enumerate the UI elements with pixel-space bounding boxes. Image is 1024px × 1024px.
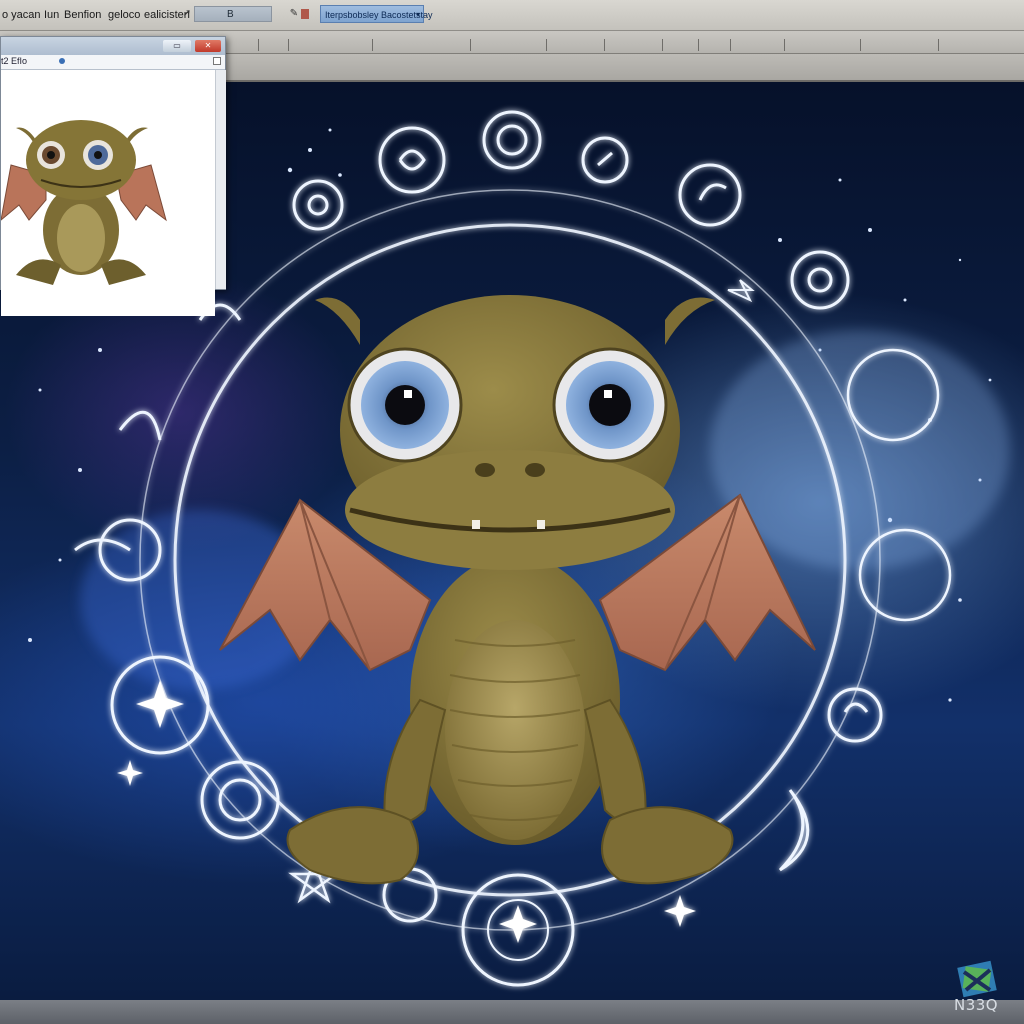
brush-icon[interactable]: ✎ bbox=[287, 7, 301, 21]
dragon-thumbnail bbox=[0, 120, 167, 285]
globe-icon bbox=[59, 58, 65, 64]
menu-item-file[interactable]: o yacan bbox=[2, 9, 41, 21]
ruler-tick bbox=[730, 39, 731, 51]
preview-titlebar[interactable]: ▭ ✕ bbox=[1, 37, 225, 55]
resize-icon[interactable] bbox=[213, 57, 221, 65]
ruler-tick bbox=[662, 39, 663, 51]
ruler-tick bbox=[546, 39, 547, 51]
ruler-tick bbox=[258, 39, 259, 51]
ruler-tick bbox=[698, 39, 699, 51]
menu-item-view[interactable]: Benfion bbox=[64, 9, 101, 21]
watermark-text: N33Q bbox=[954, 996, 999, 1014]
preview-address-text: t2 EfIo bbox=[1, 56, 28, 66]
menu-item-edit[interactable]: Iun bbox=[44, 9, 59, 21]
minimize-icon[interactable]: ▭ bbox=[163, 40, 191, 52]
preview-address-bar[interactable]: t2 EfIo bbox=[1, 55, 225, 70]
ruler-tick bbox=[860, 39, 861, 51]
ruler-tick bbox=[938, 39, 939, 51]
menu-bar: o yacan Iun Benfion geloco ealicisten ➚ … bbox=[0, 0, 1024, 31]
toolbar-value-field[interactable]: B bbox=[194, 6, 272, 22]
menu-item-tools[interactable]: geloco bbox=[108, 9, 140, 21]
preview-scrollbar[interactable] bbox=[215, 70, 226, 289]
chevron-down-icon: ▾ bbox=[415, 10, 420, 19]
ruler-tick bbox=[288, 39, 289, 51]
color-swatch-icon[interactable] bbox=[301, 9, 309, 19]
pointer-icon[interactable]: ➚ bbox=[180, 7, 194, 21]
status-bar bbox=[0, 1000, 1024, 1024]
ruler-tick bbox=[372, 39, 373, 51]
preview-image-area bbox=[0, 70, 215, 316]
close-icon[interactable]: ✕ bbox=[195, 40, 221, 52]
preview-window[interactable]: ▭ ✕ t2 EfIo bbox=[0, 36, 226, 316]
ruler-tick bbox=[784, 39, 785, 51]
layer-dropdown[interactable]: Iterpsbobsley Bacostetstay ▾ bbox=[320, 5, 433, 23]
ruler-tick bbox=[604, 39, 605, 51]
baby-dragon bbox=[219, 295, 816, 885]
ruler-tick bbox=[470, 39, 471, 51]
